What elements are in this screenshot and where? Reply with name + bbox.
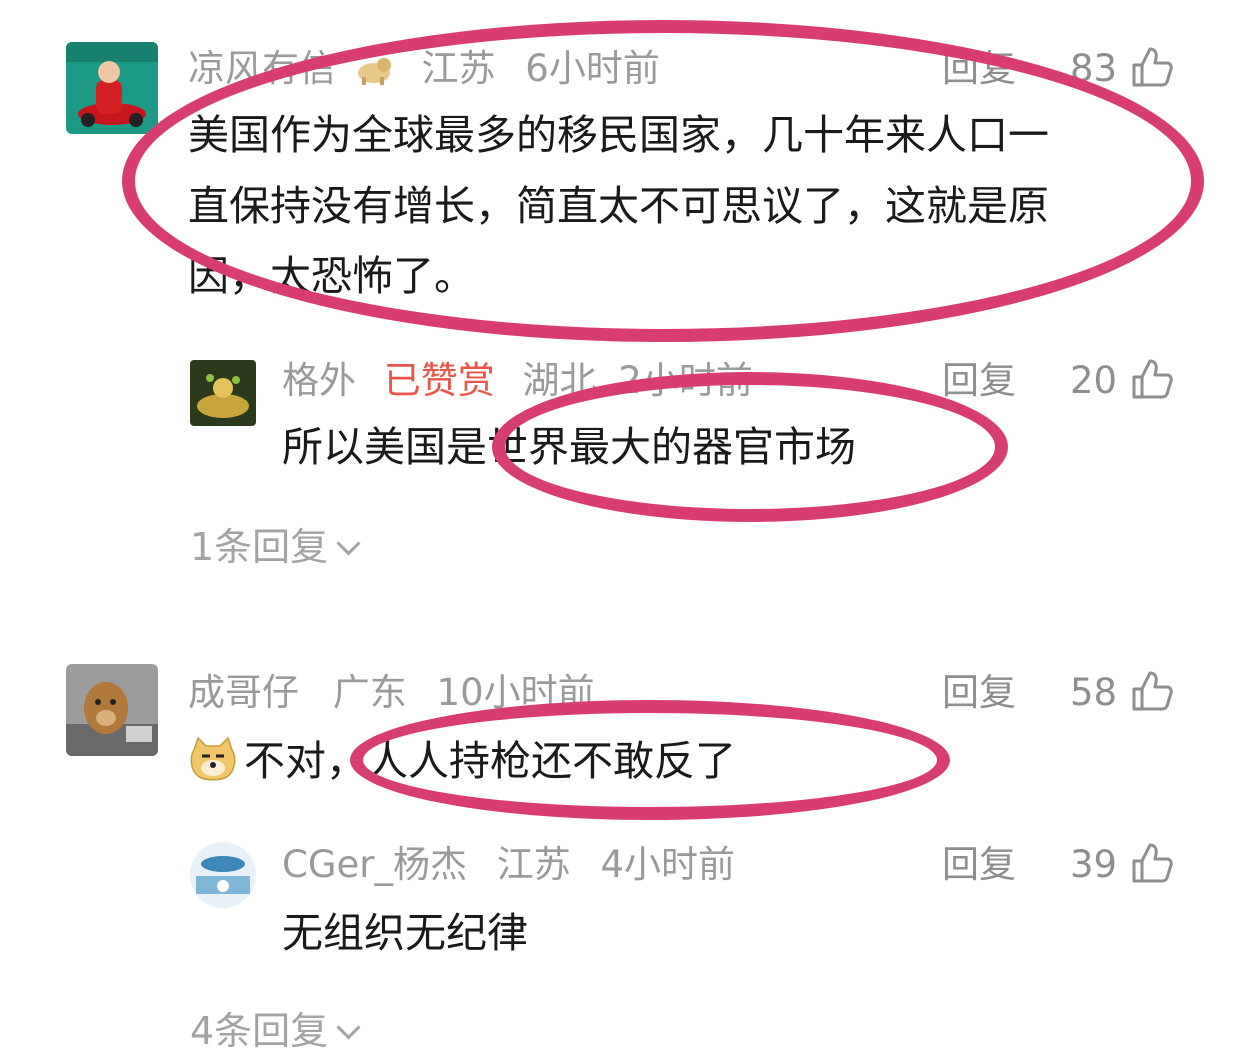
thumbs-up-icon[interactable] — [1130, 45, 1174, 89]
like-count: 20 — [1070, 359, 1118, 402]
doge-emoji-icon — [190, 736, 236, 781]
reward-badge: 已赞赏 — [383, 359, 495, 402]
avatar[interactable] — [66, 42, 158, 134]
reply-button[interactable]: 回复 — [942, 846, 1016, 883]
reply-button[interactable]: 回复 — [942, 50, 1016, 87]
thumbs-up-icon[interactable] — [1130, 841, 1174, 885]
reply-text: 所以美国是世界最大的器官市场 — [282, 423, 856, 471]
more-replies-label: 1条回复 — [190, 525, 329, 569]
reply-meta: 格外 已赞赏 湖北 2小时前 — [282, 362, 753, 399]
like-count: 39 — [1070, 843, 1118, 886]
comment-meta: 凉风有信 江苏 6小时前 — [188, 50, 660, 87]
timestamp: 2小时前 — [618, 359, 753, 402]
avatar-image — [190, 842, 256, 908]
author-name[interactable]: 成哥仔 — [188, 671, 299, 714]
thumbs-up-icon[interactable] — [1130, 669, 1174, 713]
avatar[interactable] — [190, 360, 256, 426]
avatar-image — [190, 360, 256, 426]
like-count: 58 — [1070, 671, 1118, 714]
comment-text: 不对，人人持枪还不敢反了 — [244, 737, 736, 785]
comment-text-line: 因，太恐怖了。 — [188, 252, 475, 300]
like-count: 83 — [1070, 47, 1118, 90]
avatar[interactable] — [190, 842, 256, 908]
author-name[interactable]: 凉风有信 — [188, 47, 336, 90]
region: 江苏 — [496, 843, 571, 886]
region: 广东 — [332, 671, 407, 714]
timestamp: 6小时前 — [525, 47, 660, 90]
reply-button[interactable]: 回复 — [942, 362, 1016, 399]
badge-icon — [354, 54, 394, 85]
thumbs-up-icon[interactable] — [1130, 357, 1174, 401]
avatar-image — [66, 664, 158, 756]
chevron-down-icon — [336, 1015, 361, 1040]
timestamp: 4小时前 — [600, 843, 736, 886]
reply-button[interactable]: 回复 — [942, 674, 1016, 711]
comment-meta: 成哥仔 广东 10小时前 — [188, 674, 595, 711]
region: 湖北 — [522, 359, 597, 402]
reply-text: 无组织无纪律 — [282, 909, 528, 957]
chevron-down-icon — [336, 531, 361, 556]
avatar-image — [66, 42, 158, 134]
view-more-replies[interactable]: 1条回复 — [190, 525, 361, 569]
comment-text-line: 美国作为全球最多的移民国家，几十年来人口一 — [188, 111, 1049, 159]
author-name[interactable]: 格外 — [282, 359, 356, 402]
region: 江苏 — [421, 47, 496, 90]
avatar[interactable] — [66, 664, 158, 756]
view-more-replies[interactable]: 4条回复 — [190, 1009, 361, 1053]
timestamp: 10小时前 — [436, 671, 595, 714]
reply-meta: CGer_杨杰 江苏 4小时前 — [282, 846, 735, 883]
comment-text-line: 直保持没有增长，简直太不可思议了，这就是原 — [188, 182, 1049, 230]
more-replies-label: 4条回复 — [190, 1009, 329, 1053]
author-name[interactable]: CGer_杨杰 — [282, 843, 467, 886]
